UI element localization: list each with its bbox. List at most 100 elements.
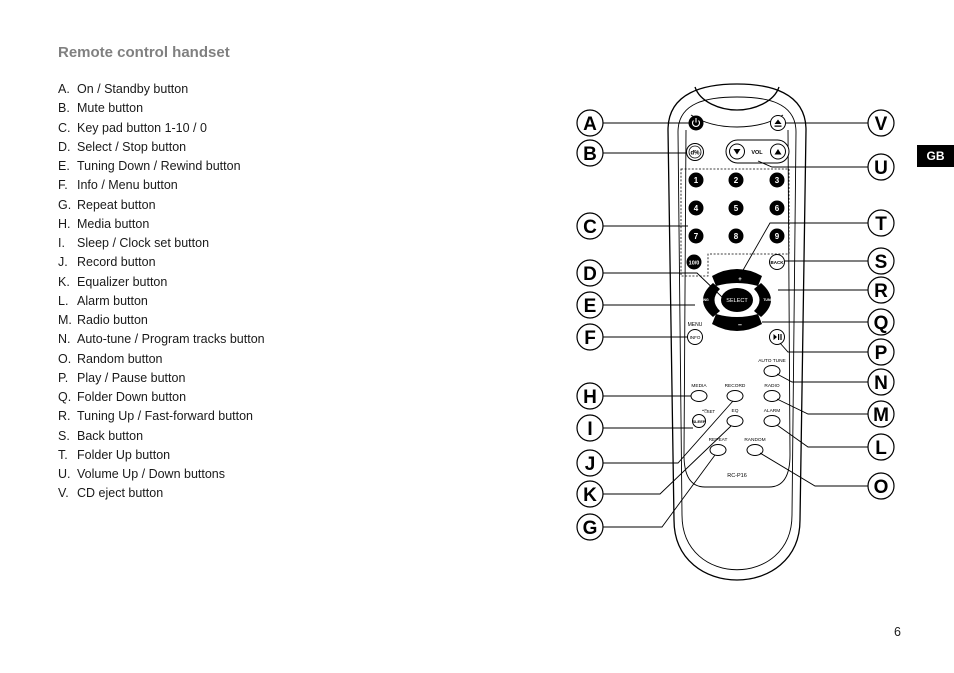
key-6[interactable]: 6 [769,200,785,216]
key-3[interactable]: 3 [769,172,785,188]
svg-text:BACK: BACK [771,260,785,265]
play-pause-button[interactable] [769,329,785,345]
folder-down-button[interactable] [712,314,762,331]
callout-o: O [867,472,895,500]
svg-text:10/0: 10/0 [689,261,700,267]
callout-b: B [576,139,604,167]
svg-text:H: H [583,387,597,408]
svg-text:RADIO: RADIO [764,383,779,389]
folder-up-button[interactable] [712,269,762,286]
callout-t: T [867,209,895,237]
radio-button[interactable] [763,390,781,402]
callout-c: C [576,212,604,240]
svg-text:L: L [875,438,887,459]
svg-text:V: V [875,114,888,135]
callout-d: D [576,259,604,287]
back-button[interactable]: BACK [769,254,785,270]
power-button[interactable] [688,115,704,131]
repeat-button[interactable] [709,444,727,456]
callout-m: M [867,400,895,428]
alarm-button[interactable] [763,415,781,427]
svg-text:8: 8 [734,232,739,241]
callout-s: S [867,247,895,275]
model-label: RC-P16 [727,473,747,479]
svg-text:P: P [875,343,888,364]
key-10-0[interactable]: 10/0 [686,254,702,270]
key-2[interactable]: 2 [728,172,744,188]
svg-text:RECORD: RECORD [725,383,746,389]
svg-text:SELECT: SELECT [726,298,748,304]
svg-text:5: 5 [734,204,739,213]
mute-icon: d% [691,151,701,157]
svg-text:TUNING: TUNING [763,298,777,302]
svg-text:K: K [583,485,597,506]
svg-text:F: F [584,328,596,349]
svg-text:B: B [583,144,597,165]
callouts-left: A B C D E F H I J K G [576,109,604,541]
svg-text:INFO: INFO [690,335,701,340]
callout-e: E [576,291,604,319]
svg-text:ALARM: ALARM [764,408,781,414]
svg-text:S: S [875,252,888,273]
svg-text:J: J [585,454,596,475]
svg-text:2: 2 [734,176,739,185]
callout-a: A [576,109,604,137]
callout-f: F [576,323,604,351]
svg-text:A: A [583,114,597,135]
svg-text:7: 7 [694,232,699,241]
svg-text:O: O [874,477,889,498]
callout-p: P [867,338,895,366]
svg-text:SLEEP: SLEEP [692,419,705,424]
svg-text:6: 6 [775,204,780,213]
callout-j: J [576,449,604,477]
key-7[interactable]: 7 [688,228,704,244]
callout-q: Q [867,308,895,336]
callout-k: K [576,480,604,508]
volume-control[interactable]: VOL [725,139,790,164]
media-button[interactable] [690,390,708,402]
svg-text:TUNING: TUNING [695,298,709,302]
svg-text:M: M [873,405,889,426]
svg-text:T: T [875,214,887,235]
svg-text:RANDOM: RANDOM [744,437,765,443]
callouts-right: V U T S R Q P N M L O [867,109,895,500]
svg-text:+: + [738,277,742,283]
svg-text:SET: SET [707,409,716,414]
svg-text:9: 9 [775,232,780,241]
svg-text:C: C [583,217,597,238]
auto-tune-button[interactable] [763,365,781,377]
svg-text:D: D [583,264,597,285]
svg-text:I: I [587,419,592,440]
key-9[interactable]: 9 [769,228,785,244]
svg-text:4: 4 [694,204,699,213]
svg-text:–: – [738,322,742,329]
callout-i: I [576,414,604,442]
eject-button[interactable] [770,115,786,131]
sleep-button[interactable]: SLEEP [692,414,706,428]
key-1[interactable]: 1 [688,172,704,188]
oval-buttons: AUTO TUNE MEDIA RECORD RADIO •◷ SET SLEE… [690,358,786,456]
keypad: 1 2 3 4 5 6 7 8 9 10/0 [686,172,785,270]
callout-r: R [867,276,895,304]
record-button[interactable] [726,390,744,402]
key-4[interactable]: 4 [688,200,704,216]
svg-text:G: G [583,518,598,539]
callout-n: N [867,368,895,396]
menu-label: MENU [688,322,703,328]
eq-button[interactable] [726,415,744,427]
callout-h: H [576,382,604,410]
callout-g: G [576,513,604,541]
key-5[interactable]: 5 [728,200,744,216]
callout-u: U [867,153,895,181]
info-button[interactable]: INFO [687,329,703,345]
svg-text:Q: Q [874,313,889,334]
key-8[interactable]: 8 [728,228,744,244]
remote-diagram: d% VOL 1 2 3 4 5 6 7 8 9 10/0 BACK + – T… [576,83,895,581]
callout-l: L [867,433,895,461]
svg-text:1: 1 [694,176,699,185]
svg-text:AUTO TUNE: AUTO TUNE [758,358,786,364]
vol-label: VOL [751,150,763,156]
mute-button[interactable]: d% [686,143,704,161]
svg-text:MEDIA: MEDIA [691,383,707,389]
svg-text:E: E [584,296,597,317]
